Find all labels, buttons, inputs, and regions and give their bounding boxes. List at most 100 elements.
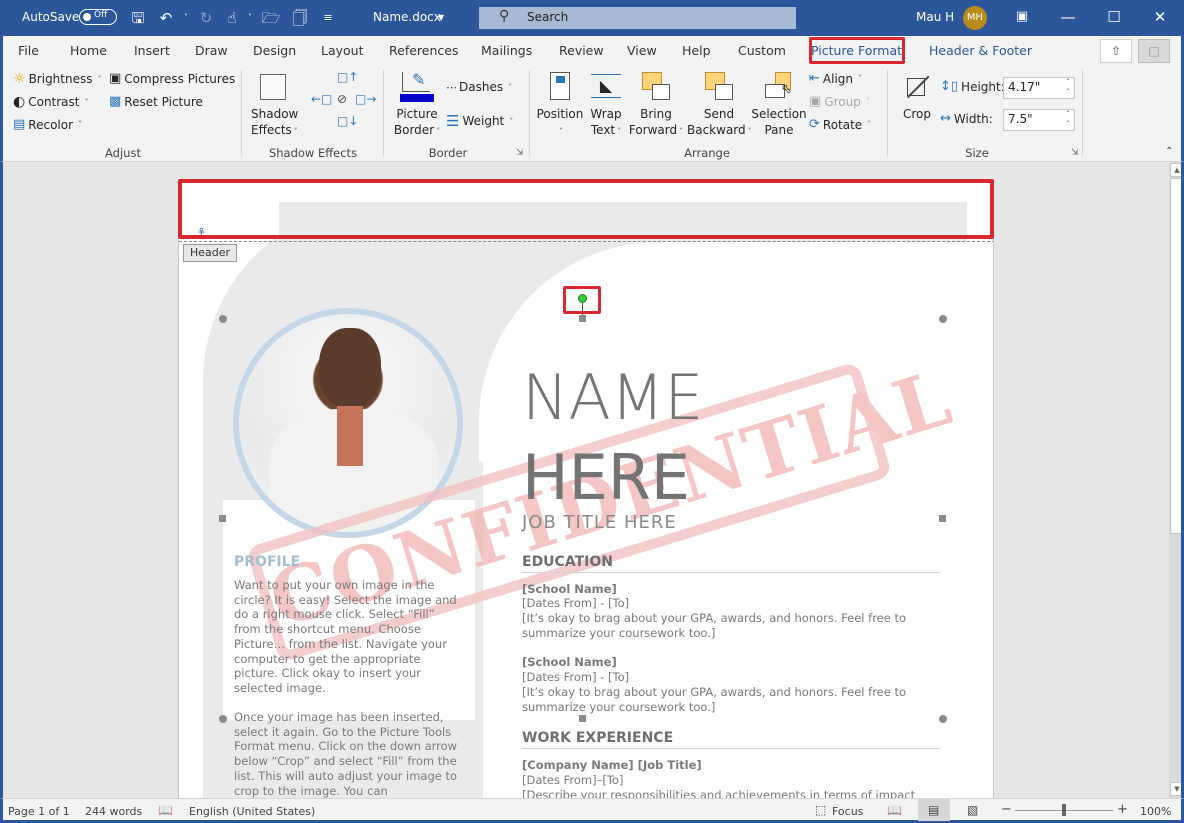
compress-pictures-button[interactable]: ▣ Compress Pictures — [109, 71, 235, 86]
scroll-thumb[interactable] — [1170, 178, 1181, 534]
crop-button[interactable]: Crop — [900, 106, 934, 122]
dashes-button[interactable]: ⋯ Dashes ˅ — [446, 80, 512, 94]
width-spinner-icon[interactable]: ˆˇ — [1066, 110, 1070, 130]
education-desc-2[interactable]: [It’s okay to brag about your GPA, award… — [522, 685, 922, 715]
resize-handle-bottom[interactable] — [579, 715, 586, 722]
wrap-text-button[interactable]: Wrap Text ˅ — [583, 106, 629, 140]
education-school-1[interactable]: [School Name] — [522, 582, 617, 596]
user-name[interactable]: Mau H — [916, 10, 954, 24]
work-desc[interactable]: [Describe your responsibilities and achi… — [522, 788, 915, 798]
crop-icon[interactable] — [903, 74, 930, 100]
shadow-toggle-icon[interactable]: ⊘ — [337, 92, 347, 106]
education-school-2[interactable]: [School Name] — [522, 655, 617, 669]
tab-file[interactable]: File — [18, 43, 39, 58]
focus-icon[interactable]: ⬚ — [815, 803, 826, 817]
tab-design[interactable]: Design — [253, 43, 296, 58]
zoom-level[interactable]: 100% — [1140, 805, 1171, 818]
proofing-icon[interactable]: 📖 — [158, 803, 173, 817]
bring-forward-icon[interactable] — [642, 72, 672, 102]
undo-icon[interactable]: ↶ — [156, 8, 176, 28]
new-document-icon[interactable]: 🗍 — [290, 8, 310, 28]
rotate-button[interactable]: ⟳ Rotate ˅ — [809, 117, 871, 132]
width-input[interactable]: 7.5" ˆ ˇ — [1003, 109, 1075, 131]
nudge-up-icon[interactable]: □↑ — [337, 70, 358, 84]
size-dialog-launcher-icon[interactable]: ⇲ — [1071, 148, 1079, 158]
recolor-button[interactable]: ▤ Recolor ˅ — [13, 117, 82, 132]
profile-heading[interactable]: PROFILE — [234, 554, 300, 570]
picture-border-button[interactable]: Picture Border ˅ — [391, 106, 443, 140]
tab-references[interactable]: References — [389, 43, 458, 58]
education-desc-1[interactable]: [It’s okay to brag about your GPA, award… — [522, 611, 922, 641]
zoom-slider-thumb[interactable] — [1062, 804, 1066, 816]
resize-handle-top-left[interactable] — [219, 315, 227, 323]
name-line-1[interactable]: NAME — [522, 358, 703, 438]
document-name[interactable]: Name.docx — [373, 10, 441, 24]
tab-review[interactable]: Review — [559, 43, 604, 58]
page-count[interactable]: Page 1 of 1 — [8, 805, 70, 818]
education-dates-2[interactable]: [Dates From] - [To] — [522, 670, 629, 684]
align-button[interactable]: ⇤ Align ˅ — [809, 71, 862, 86]
work-dates[interactable]: [Dates From]–[To] — [522, 773, 623, 787]
position-icon[interactable] — [550, 72, 570, 100]
autosave-toggle[interactable]: Off — [79, 9, 117, 25]
contrast-button[interactable]: ◐ Contrast ˅ — [13, 94, 89, 110]
redo-icon[interactable]: ↻ — [196, 8, 216, 28]
scroll-down-icon[interactable]: ▼ — [1170, 782, 1181, 796]
send-backward-icon[interactable] — [705, 72, 735, 102]
resize-handle-top[interactable] — [579, 315, 586, 322]
tab-header-footer[interactable]: Header & Footer — [929, 43, 1032, 58]
search-box[interactable]: ⚲ Search — [479, 7, 796, 29]
zoom-in-icon[interactable]: + — [1117, 802, 1128, 817]
read-mode-icon[interactable]: 📖 — [887, 803, 902, 817]
wrap-text-icon[interactable]: ◣ — [591, 74, 621, 98]
touch-dropdown-icon[interactable]: ˅ — [240, 8, 260, 28]
resize-handle-top-right[interactable] — [939, 315, 947, 323]
job-title[interactable]: JOB TITLE HERE — [522, 512, 677, 533]
tab-custom[interactable]: Custom — [738, 43, 786, 58]
collapse-ribbon-icon[interactable]: ⌃ — [1165, 146, 1173, 157]
tab-layout[interactable]: Layout — [321, 43, 364, 58]
picture-border-icon[interactable]: ✎ — [400, 70, 434, 102]
save-icon[interactable]: 🖫 — [128, 8, 148, 28]
tab-home[interactable]: Home — [70, 43, 107, 58]
position-button[interactable]: Position ˅ — [536, 106, 584, 140]
tab-mailings[interactable]: Mailings — [481, 43, 532, 58]
shadow-effects-icon[interactable] — [260, 74, 286, 100]
close-icon[interactable]: ✕ — [1146, 4, 1174, 30]
resize-handle-left[interactable] — [219, 515, 226, 522]
web-layout-icon[interactable]: ▧ — [967, 803, 978, 817]
shadow-effects-button[interactable]: Shadow Effects ˅ — [251, 106, 298, 140]
doc-name-dropdown-icon[interactable]: ▼ — [438, 13, 444, 22]
selection-pane-icon[interactable]: ⬁ — [765, 72, 795, 102]
minimize-icon[interactable]: — — [1054, 4, 1082, 30]
nudge-down-icon[interactable]: □↓ — [337, 114, 358, 128]
language[interactable]: English (United States) — [189, 805, 315, 818]
resize-handle-bottom-right[interactable] — [939, 715, 947, 723]
undo-dropdown-icon[interactable]: ˅ — [176, 8, 196, 28]
avatar[interactable]: MH — [963, 6, 987, 30]
brightness-button[interactable]: ☼ Brightness ˅ — [13, 71, 101, 87]
scroll-up-icon[interactable]: ▲ — [1170, 163, 1181, 177]
group-button[interactable]: ▣ Group ˅ — [809, 94, 870, 109]
maximize-icon[interactable]: ☐ — [1100, 4, 1128, 30]
ribbon-display-options-icon[interactable]: ▣ — [1008, 4, 1036, 30]
work-company[interactable]: [Company Name] [Job Title] — [522, 758, 702, 772]
height-input[interactable]: 4.17" ˆ ˇ — [1003, 77, 1075, 99]
touch-mode-icon[interactable]: ☝ — [222, 8, 242, 28]
name-line-2[interactable]: HERE — [522, 438, 690, 518]
profile-paragraph-2[interactable]: Once your image has been inserted, selec… — [234, 710, 462, 798]
resize-handle-bottom-left[interactable] — [219, 715, 227, 723]
tab-view[interactable]: View — [627, 43, 657, 58]
education-heading[interactable]: EDUCATION — [522, 554, 613, 570]
vertical-scrollbar[interactable]: ▲ ▼ — [1169, 162, 1181, 798]
bring-forward-button[interactable]: Bring Forward ˅ — [627, 106, 685, 140]
resize-handle-right[interactable] — [939, 515, 946, 522]
document-page[interactable]: Header ⚓ CONFIDENTIAL NAME HERE JOB TITL… — [178, 181, 994, 798]
customize-qat-icon[interactable]: ≡ — [318, 8, 338, 28]
share-button[interactable]: ⇧ — [1100, 39, 1132, 63]
nudge-left-icon[interactable]: ←□ — [311, 92, 332, 106]
tab-insert[interactable]: Insert — [134, 43, 170, 58]
zoom-out-icon[interactable]: − — [1001, 802, 1012, 817]
shadow-nudge-icons[interactable]: □↑ ←□ ⊘ □→ □↓ — [311, 70, 376, 134]
reset-picture-button[interactable]: ▩ Reset Picture — [109, 94, 203, 109]
